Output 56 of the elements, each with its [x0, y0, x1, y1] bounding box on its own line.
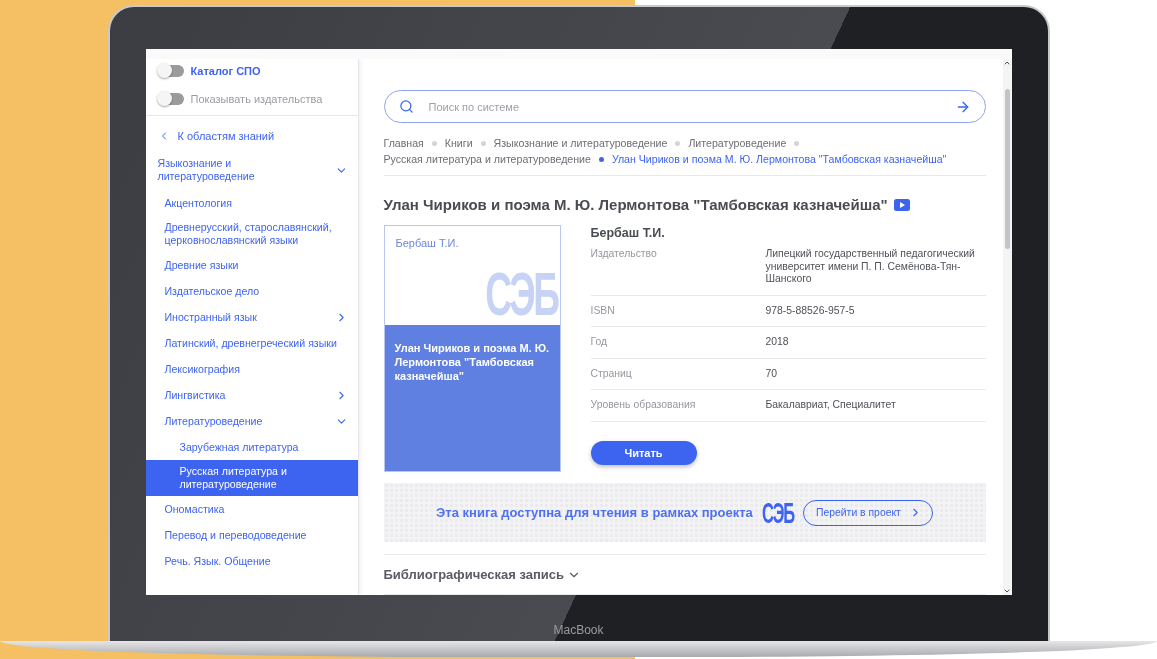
cover-author: Бербаш Т.И. — [395, 237, 460, 250]
book-title: Улан Чириков и поэма М. Ю. Лермонтова "Тамбовская казначейша" — [383, 196, 888, 214]
back-link[interactable]: К областям знаний — [145, 116, 358, 150]
search-icon — [398, 99, 414, 115]
sidebar-item[interactable]: Лексикография — [145, 356, 358, 382]
breadcrumb-link[interactable]: Книги — [444, 135, 473, 152]
banner-text: Эта книга доступна для чтения в рамках проекта — [436, 505, 753, 521]
sidebar-item[interactable]: Перевод и переводоведение — [145, 522, 358, 548]
toggle-label: Каталог СПО — [190, 65, 261, 77]
sidebar-item[interactable]: Речь. Язык. Общение — [145, 548, 358, 574]
sidebar-item[interactable]: Ономастика — [145, 496, 358, 522]
scroll-down-icon[interactable] — [1003, 587, 1011, 595]
breadcrumb-link[interactable]: Улан Чириков и поэма М. Ю. Лермонтова "Тамбовская казначейша" — [611, 151, 947, 168]
detail-value: 978-5-88526-957-5 — [765, 304, 856, 318]
sidebar-item[interactable]: Литературоведение — [145, 408, 358, 434]
sidebar-item[interactable]: Древнерусский, старославянский, церковнославянский языки — [145, 216, 358, 252]
search-input[interactable]: Поиск по системе — [426, 99, 942, 114]
sidebar-item[interactable]: Русская литература и литературоведение — [145, 460, 358, 496]
sidebar-item[interactable]: Лингвистика — [145, 382, 358, 408]
project-logo: СЭБ — [761, 495, 794, 530]
sidebar-item[interactable]: Латинский, древнегреческий языки — [145, 330, 358, 356]
detail-value: Бакалавриат, Специалитет — [765, 399, 897, 412]
sidebar-item[interactable]: Зарубежная литература — [145, 434, 358, 460]
bibliography-toggle[interactable]: Библиографическая запись — [383, 554, 986, 595]
cover-title: Улан Чириков и поэма М. Ю. Лермонтова "Тамбовская казначейша" — [394, 341, 550, 384]
detail-label: Страниц — [590, 367, 633, 381]
detail-label: Уровень образования — [590, 399, 697, 412]
cover-watermark: СЭБ — [485, 263, 558, 326]
detail-label: ISBN — [590, 304, 616, 318]
read-button[interactable]: Читать — [590, 440, 697, 465]
toggle-label: Показывать издательства — [190, 93, 323, 105]
scroll-up-icon[interactable] — [1003, 59, 1011, 67]
toggle-switch[interactable] — [157, 93, 184, 105]
breadcrumb-link[interactable]: Литературоведение — [688, 135, 787, 152]
detail-label: Издательство — [590, 248, 658, 262]
sidebar-item[interactable]: Иностранный язык — [145, 304, 358, 330]
breadcrumb-dot — [598, 157, 604, 163]
breadcrumb-dot — [431, 141, 437, 147]
sidebar-item[interactable]: Древние языки — [145, 252, 358, 278]
detail-label: Год — [590, 336, 609, 349]
book-author: Бербаш Т.И. — [590, 226, 666, 241]
breadcrumb-dot — [480, 141, 486, 147]
breadcrumb-link[interactable]: Главная — [383, 135, 424, 152]
sidebar-item[interactable]: Акцентология — [145, 190, 358, 216]
breadcrumb-dot — [675, 141, 681, 147]
sidebar-item[interactable]: Языкознание и литературоведение — [145, 150, 358, 190]
detail-value: 2018 — [765, 336, 790, 349]
sidebar-item[interactable]: Издательское дело — [145, 278, 358, 304]
breadcrumb-link[interactable]: Языкознание и литературоведение — [493, 135, 668, 152]
toggle-switch[interactable] — [157, 65, 184, 77]
detail-value: 70 — [765, 367, 779, 381]
breadcrumb-dot — [794, 141, 800, 147]
laptop-label: MacBook — [553, 623, 604, 637]
play-icon[interactable] — [893, 198, 910, 211]
breadcrumb-link[interactable]: Русская литература и литературоведение — [383, 151, 591, 168]
detail-value: Липецкий государственный педагогический университет имени П. П. Семёнова-Тян-Шанского — [765, 248, 976, 286]
